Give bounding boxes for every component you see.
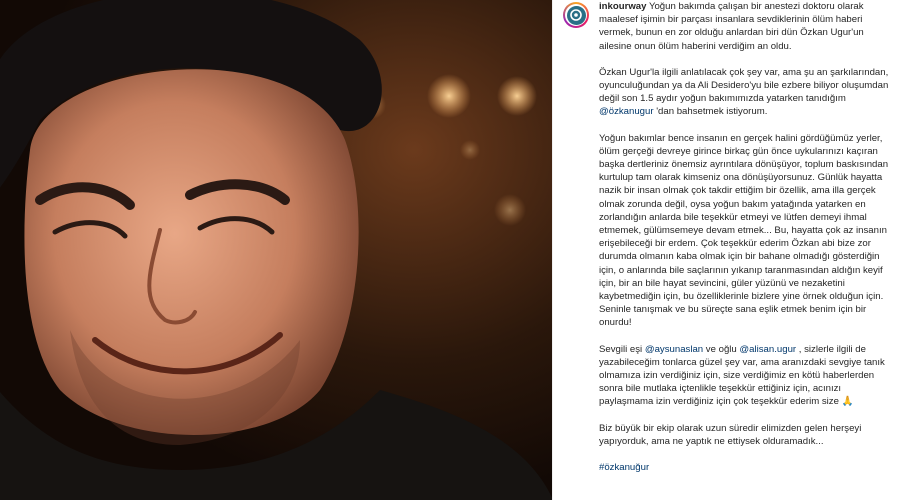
caption-paragraph: Özkan Ugur'la ilgili anlatılacak çok şey…	[599, 66, 897, 119]
post-caption: inkourway Yoğun bakımda çalışan bir anes…	[599, 0, 897, 487]
post-caption-panel: inkourway Yoğun bakımda çalışan bir anes…	[552, 0, 900, 500]
profile-avatar[interactable]	[563, 2, 589, 28]
caption-text: Özkan Ugur'la ilgili anlatılacak çok şey…	[599, 66, 889, 105]
hashtag-link[interactable]: #özkanuğur	[599, 462, 649, 473]
post-photo	[0, 0, 552, 500]
avatar-ring	[565, 4, 587, 26]
praying-hands-icon: 🙏	[841, 396, 854, 408]
caption-text: 'dan bahsetmek istiyorum.	[653, 106, 768, 118]
caption-paragraph: #özkanuğur	[599, 461, 897, 474]
caption-paragraph: Yoğun bakımlar bence insanın en gerçek h…	[599, 132, 897, 330]
avatar-image	[566, 5, 586, 25]
logo-icon	[570, 9, 582, 21]
caption-paragraph: Sevgili eşi @aysunaslan ve oğlu @alisan.…	[599, 343, 897, 409]
caption-text: Biz büyük bir ekip olarak uzun süredir e…	[599, 422, 862, 447]
caption-paragraph: inkourway Yoğun bakımda çalışan bir anes…	[599, 0, 897, 53]
mention-link[interactable]: @aysunaslan	[645, 344, 703, 355]
caption-paragraph: Biz büyük bir ekip olarak uzun süredir e…	[599, 422, 897, 448]
username-link[interactable]: inkourway	[599, 1, 646, 12]
caption-text: Sevgili eşi	[599, 343, 645, 355]
portrait-image	[0, 0, 552, 500]
mention-link[interactable]: @özkanugur	[599, 106, 654, 117]
mention-link[interactable]: @alisan.ugur	[739, 344, 796, 355]
caption-text: Yoğun bakımlar bence insanın en gerçek h…	[599, 132, 889, 329]
caption-text: ve oğlu	[703, 343, 740, 355]
